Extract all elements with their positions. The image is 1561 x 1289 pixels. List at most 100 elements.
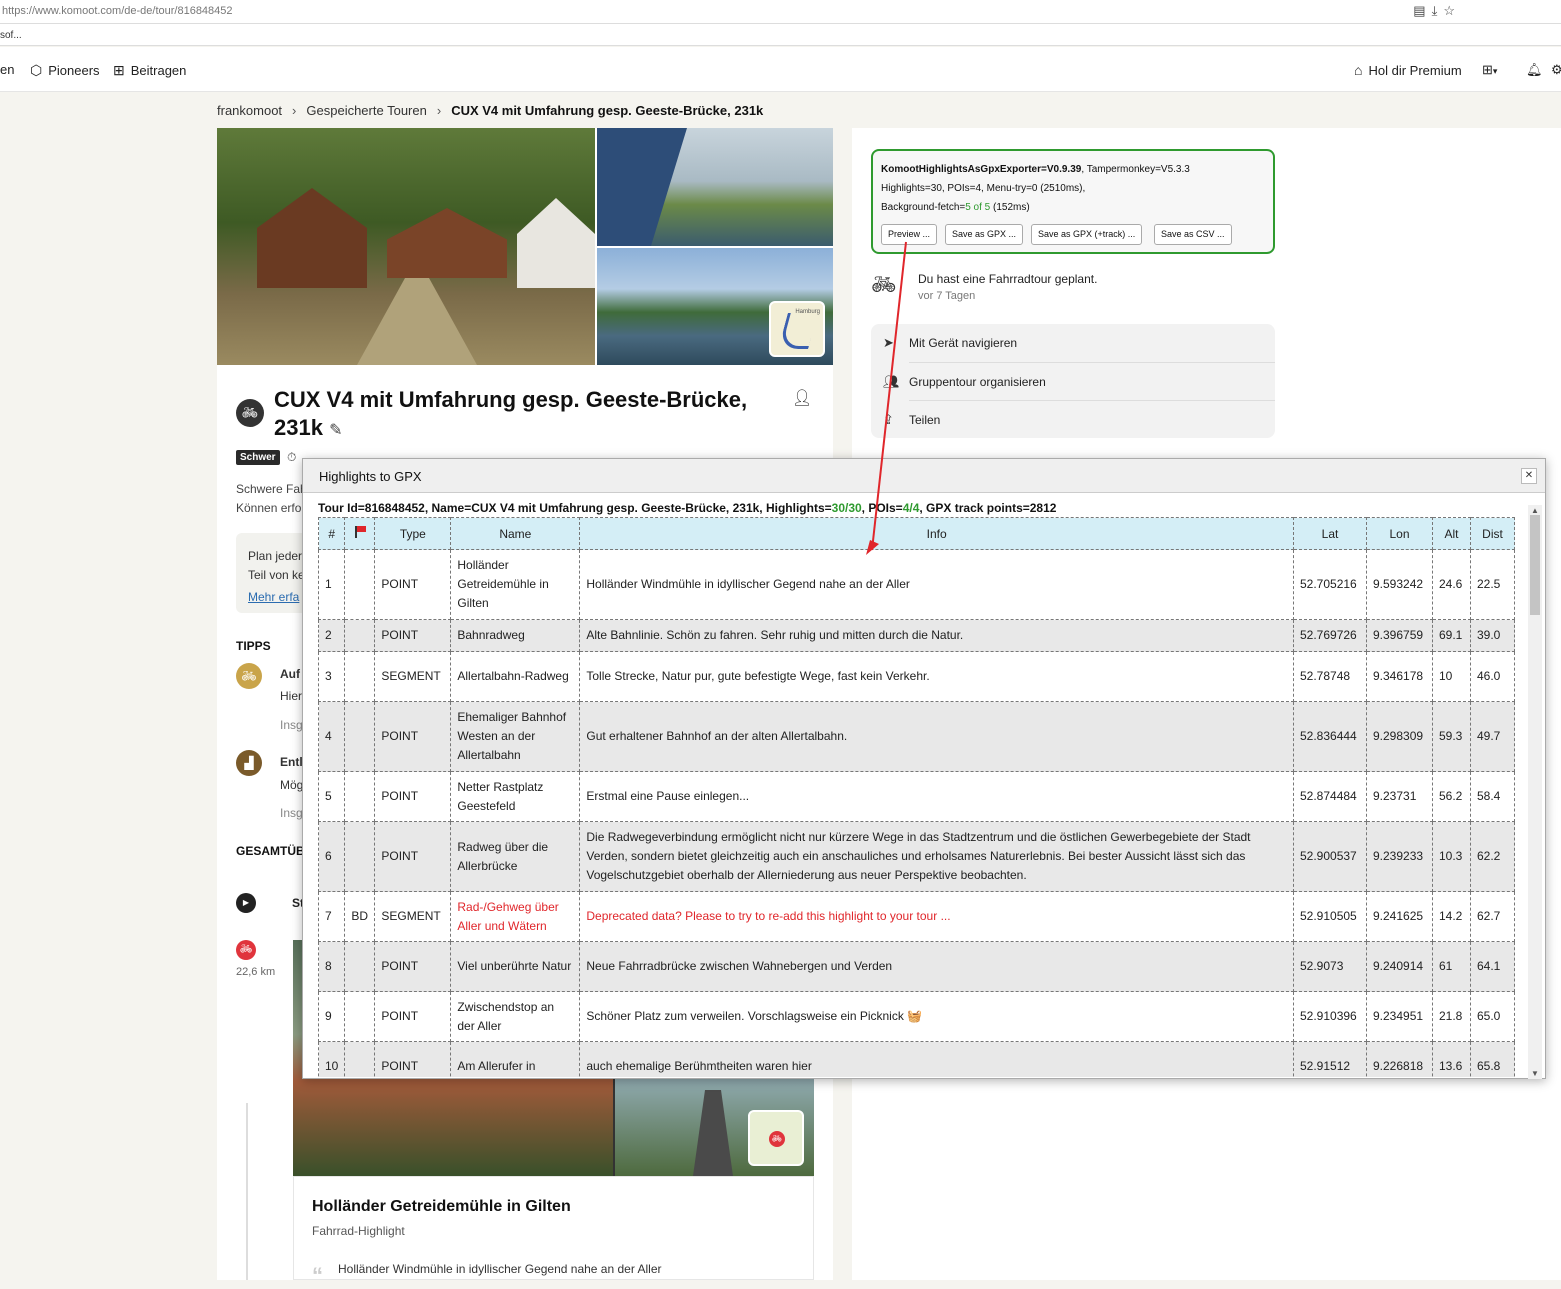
- cell-flag: [344, 701, 376, 772]
- quote-icon: “: [312, 1263, 323, 1288]
- cell-number: 9: [318, 991, 346, 1042]
- tip-text: Hier: [280, 689, 303, 703]
- table-row[interactable]: 1 POINT Holländer Getreidemühle in Gilten H…: [318, 549, 1515, 620]
- dialog-summary: Tour Id=816848452, Name=CUX V4 mit Umfah…: [318, 501, 1056, 515]
- tour-minimap[interactable]: Hamburg: [769, 301, 825, 357]
- scroll-up-icon[interactable]: ▲: [1531, 506, 1539, 515]
- highlight-card[interactable]: Holländer Getreidemühle in Gilten Fahrra…: [293, 1176, 814, 1288]
- table-row[interactable]: 4 POINT Ehemaliger Bahnhof Westen an der A…: [318, 701, 1515, 772]
- contribute-icon: ⊞: [113, 62, 125, 78]
- col-dist[interactable]: Dist: [1470, 517, 1515, 550]
- cell-lon: 9.23731: [1366, 771, 1433, 822]
- exporter-tm: , Tampermonkey=V5.3.3: [1081, 164, 1190, 175]
- invite-person-icon[interactable]: 👤︎: [792, 388, 812, 408]
- reader-icon[interactable]: ▤: [1413, 3, 1431, 18]
- action-share[interactable]: ⇪ Teilen: [883, 400, 1275, 438]
- col-flag[interactable]: [344, 517, 376, 550]
- col-alt[interactable]: Alt: [1432, 517, 1471, 550]
- summary-part: , POIs=: [861, 501, 903, 515]
- breadcrumb-saved-tours[interactable]: Gespeicherte Touren: [306, 103, 426, 118]
- bookmark-star-icon[interactable]: ☆: [1443, 3, 1461, 18]
- photo-shape: [597, 128, 687, 246]
- scrollbar-thumb[interactable]: [1530, 515, 1540, 615]
- table-row[interactable]: 6 POINT Radweg über die Allerbrücke Die Rad…: [318, 821, 1515, 892]
- info-line: Teil von ke: [248, 568, 305, 582]
- cell-type: POINT: [374, 619, 452, 652]
- browser-url-bar[interactable]: https://www.komoot.com/de-de/tour/816848…: [0, 0, 1561, 24]
- col-name[interactable]: Name: [450, 517, 581, 550]
- highlights-table-wrapper[interactable]: # Type Name Info Lat Lon Alt Dist 1 POINT…: [318, 517, 1515, 1077]
- edit-pencil-icon[interactable]: ✎: [329, 422, 342, 439]
- url-text[interactable]: https://www.komoot.com/de-de/tour/816848…: [2, 5, 233, 17]
- premium-link[interactable]: ⌂ Hol dir Premium: [1354, 62, 1462, 78]
- table-row[interactable]: 10 POINT Am Allerufer in auch ehemalige Ber…: [318, 1041, 1515, 1077]
- tip-sub: Insg: [280, 718, 303, 732]
- highlight-minimap[interactable]: 🚲︎: [748, 1110, 804, 1166]
- dialog-scrollbar[interactable]: ▲ ▼: [1528, 505, 1542, 1079]
- bike-icon[interactable]: ⚙: [1551, 62, 1561, 78]
- create-menu[interactable]: ⊞▾: [1482, 62, 1497, 78]
- table-row[interactable]: 8 POINT Viel unberührte Natur Neue Fahrradb…: [318, 941, 1515, 992]
- highlight-title[interactable]: Holländer Getreidemühle in Gilten: [312, 1198, 571, 1216]
- photo-shape: [517, 198, 595, 288]
- col-info[interactable]: Info: [579, 517, 1294, 550]
- exporter-name: KomootHighlightsAsGpxExporter=V0.9.39: [881, 164, 1082, 175]
- table-row[interactable]: 3 SEGMENT Allertalbahn-Radweg Tolle Strecke…: [318, 651, 1515, 702]
- save-gpx-track-button[interactable]: Save as GPX (+track) ...: [1031, 224, 1143, 245]
- tips-heading: TIPPS: [236, 639, 271, 653]
- table-row[interactable]: 9 POINT Zwischendstop an der Aller Schöner …: [318, 991, 1515, 1042]
- col-type[interactable]: Type: [374, 517, 452, 550]
- breadcrumb-user[interactable]: frankomoot: [217, 103, 282, 118]
- table-row[interactable]: 7 BD SEGMENT Rad-/Gehweg über Aller und Wät…: [318, 891, 1515, 942]
- table-row[interactable]: 2 POINT Bahnradweg Alte Bahnlinie. Schön zu…: [318, 619, 1515, 652]
- hexagon-icon: ⬡: [30, 62, 43, 78]
- cell-type: SEGMENT: [374, 651, 452, 702]
- cell-alt: 69.1: [1432, 619, 1471, 652]
- cell-alt: 14.2: [1432, 891, 1471, 942]
- nav-item-contribute[interactable]: ⊞ Beitragen: [113, 62, 186, 79]
- breadcrumb-separator: ›: [436, 103, 442, 118]
- action-group-tour[interactable]: 👥︎ Gruppentour organisieren: [883, 362, 1275, 400]
- nav-item-partial[interactable]: en: [0, 62, 14, 77]
- bookmark-item[interactable]: sof...: [0, 30, 22, 41]
- overview-heading: GESAMTÜB: [236, 844, 305, 858]
- breadcrumb-separator: ›: [292, 103, 297, 118]
- tip-title: Entl: [280, 755, 303, 769]
- save-gpx-button[interactable]: Save as GPX ...: [945, 224, 1024, 245]
- planned-text: Du hast eine Fahrradtour geplant.: [918, 272, 1098, 286]
- nav-item-pioneers[interactable]: ⬡ Pioneers: [30, 62, 100, 79]
- preview-button[interactable]: Preview ...: [881, 224, 938, 245]
- cell-flag: [344, 619, 376, 652]
- action-navigate[interactable]: ➤ Mit Gerät navigieren: [871, 324, 1275, 362]
- learn-more-link[interactable]: Mehr erfa: [248, 590, 299, 604]
- dialog-header[interactable]: Highlights to GPX ✕: [303, 459, 1545, 493]
- close-icon[interactable]: ✕: [1521, 468, 1537, 484]
- cell-info: Tolle Strecke, Natur pur, gute befestigt…: [579, 651, 1294, 702]
- play-icon[interactable]: ▶: [236, 893, 256, 913]
- tour-photo-bridge[interactable]: [597, 128, 833, 246]
- highlight-quote: Holländer Windmühle in idyllischer Gegen…: [338, 1262, 662, 1276]
- photo-shape: [387, 208, 507, 278]
- save-csv-button[interactable]: Save as CSV ...: [1154, 224, 1232, 245]
- bicycle-icon: 🚲︎: [236, 399, 264, 427]
- download-icon[interactable]: ⤓: [1432, 3, 1444, 18]
- minimap-label: Hamburg: [795, 309, 820, 315]
- info-line: Plan jeder: [248, 549, 303, 563]
- cell-number: 10: [318, 1041, 346, 1077]
- tip-sub: Insg: [280, 806, 303, 820]
- cell-type: POINT: [374, 991, 452, 1042]
- scroll-down-icon[interactable]: ▼: [1531, 1069, 1539, 1078]
- tour-photo-main[interactable]: [217, 128, 595, 365]
- notifications-bell-icon[interactable]: 🔔︎: [1526, 62, 1543, 78]
- info-text: Plan jeder Teil von ke: [248, 547, 305, 585]
- col-lon[interactable]: Lon: [1366, 517, 1433, 550]
- col-lat[interactable]: Lat: [1293, 517, 1367, 550]
- highlights-table: # Type Name Info Lat Lon Alt Dist 1 POINT…: [318, 517, 1515, 1077]
- photo-shape: [357, 278, 477, 365]
- cell-lon: 9.239233: [1366, 821, 1433, 892]
- col-number[interactable]: #: [318, 517, 346, 550]
- table-row[interactable]: 5 POINT Netter Rastplatz Geestefeld Erstmal…: [318, 771, 1515, 822]
- tour-photo-river[interactable]: Hamburg: [597, 248, 833, 365]
- highlight-subtitle: Fahrrad-Highlight: [312, 1224, 405, 1238]
- store-icon: ⌂: [1354, 62, 1363, 78]
